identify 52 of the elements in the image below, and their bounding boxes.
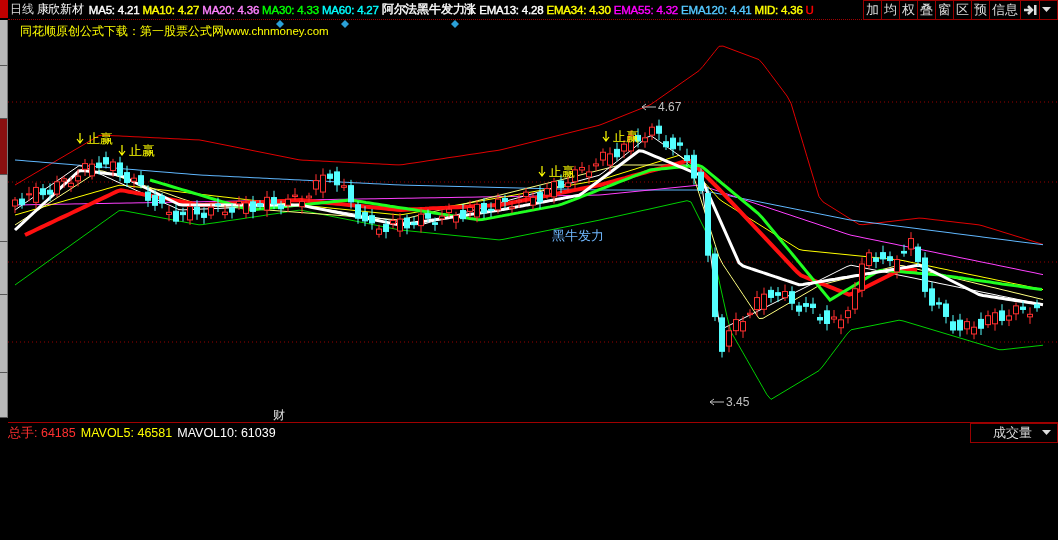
- down-arrow-icon: [602, 130, 610, 142]
- side-tab[interactable]: [0, 119, 8, 175]
- left-arrow-icon: [709, 398, 725, 406]
- indicator-value: MID: 4.36: [754, 3, 803, 16]
- side-tab[interactable]: [0, 373, 8, 418]
- down-arrow-icon: [118, 144, 126, 156]
- toolbar-button[interactable]: 窗: [936, 0, 954, 20]
- toolbar-button[interactable]: 区: [954, 0, 972, 20]
- caret-icon: [1042, 6, 1051, 13]
- indicator-value: U: [805, 3, 814, 16]
- indicator-value: EMA55: 4.32: [613, 3, 679, 16]
- stock-name: 康欣新材: [36, 2, 84, 17]
- indicator-value: 阿尔法黑牛发力涨: [381, 2, 477, 17]
- volume-indicator: 总手: 64185: [8, 424, 76, 442]
- toolbar-button[interactable]: 均: [882, 0, 900, 20]
- down-arrow-icon: [538, 165, 546, 177]
- toolbar-button[interactable]: 叠: [918, 0, 936, 20]
- indicator-value: MA10: 4.27: [142, 3, 200, 16]
- indicator-value: MA60: 4.27: [321, 3, 379, 16]
- left-arrow-icon: [641, 103, 657, 111]
- expand-button[interactable]: [1021, 0, 1040, 20]
- indicator-value: MA5: 4.21: [88, 3, 140, 16]
- take-profit-label: 止赢: [129, 143, 155, 158]
- take-profit-label: 止赢: [549, 164, 575, 179]
- price-high-label: 4.67: [658, 100, 682, 114]
- indicator-value: EMA13: 4.28: [479, 3, 544, 16]
- indicator-value: EMA34: 4.30: [546, 3, 611, 16]
- volume-indicator: MAVOL5: 46581: [80, 426, 173, 440]
- down-arrow-icon: [76, 132, 84, 144]
- caret-icon: [1042, 430, 1051, 436]
- toolbar-button[interactable]: 预: [972, 0, 990, 20]
- toolbar-button[interactable]: 加: [863, 0, 882, 20]
- indicator-dropdown[interactable]: 成交量: [970, 423, 1058, 443]
- corner-marker: [0, 0, 8, 18]
- price-low-label: 3.45: [726, 395, 750, 409]
- indicator-value: MA20: 4.36: [202, 3, 260, 16]
- event-marker[interactable]: 财: [273, 408, 285, 422]
- period-label[interactable]: 日线: [10, 2, 34, 17]
- indicator-value: MA30: 4.33: [262, 3, 319, 16]
- toolbar-button[interactable]: 信息: [990, 0, 1021, 20]
- side-tab[interactable]: [0, 20, 8, 66]
- volume-indicator: MAVOL10: 61039: [177, 426, 276, 440]
- side-tab[interactable]: [0, 66, 8, 119]
- dropdown-button[interactable]: [1040, 0, 1058, 20]
- side-tab[interactable]: [0, 295, 8, 373]
- formula-title: 同花顺原创公式下载：第一股票公式网www.chnmoney.com: [20, 24, 329, 39]
- side-tab[interactable]: [0, 242, 8, 295]
- arrow-to-bar-icon: [1023, 3, 1037, 16]
- side-tab[interactable]: [0, 175, 8, 242]
- toolbar-button[interactable]: 权: [900, 0, 918, 20]
- signal-label: 黑牛发力: [552, 228, 604, 243]
- indicator-value: EMA120: 4.41: [681, 3, 752, 16]
